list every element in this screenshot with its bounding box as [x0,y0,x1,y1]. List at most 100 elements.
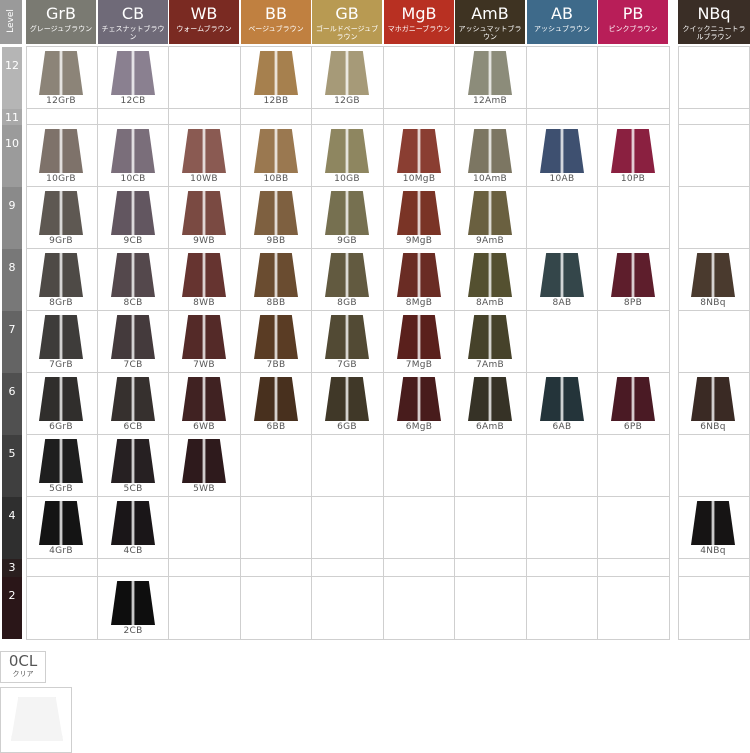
swatch-sample[interactable] [468,253,512,297]
swatch-sample[interactable] [254,129,298,173]
swatch-sample[interactable] [111,315,155,359]
clear-cell[interactable] [0,687,72,753]
swatch-sample[interactable] [397,129,441,173]
swatch-sample[interactable] [182,253,226,297]
swatch-6gb[interactable]: 6GB [312,377,382,432]
swatch-8cb[interactable]: 8CB [98,253,168,308]
swatch-10gb[interactable]: 10GB [312,129,382,184]
swatch-sample[interactable] [254,253,298,297]
swatch-7mgb[interactable]: 7MgB [384,315,454,370]
swatch-sample[interactable] [254,51,298,95]
swatch-sample[interactable] [397,377,441,421]
swatch-sample[interactable] [182,377,226,421]
swatch-sample[interactable] [39,501,83,545]
swatch-2cb[interactable]: 2CB [98,581,168,636]
swatch-sample[interactable] [611,377,655,421]
swatch-8wb[interactable]: 8WB [169,253,239,308]
swatch-9bb[interactable]: 9BB [241,191,311,246]
swatch-sample[interactable] [325,129,369,173]
swatch-sample[interactable] [691,377,735,421]
swatch-8bb[interactable]: 8BB [241,253,311,308]
swatch-sample[interactable] [111,253,155,297]
swatch-sample[interactable] [111,51,155,95]
swatch-9cb[interactable]: 9CB [98,191,168,246]
swatch-12bb[interactable]: 12BB [241,51,311,106]
swatch-9wb[interactable]: 9WB [169,191,239,246]
swatch-sample[interactable] [39,253,83,297]
swatch-sample[interactable] [325,191,369,235]
clear-swatch[interactable] [11,697,63,741]
swatch-sample[interactable] [468,129,512,173]
swatch-sample[interactable] [39,129,83,173]
swatch-sample[interactable] [254,191,298,235]
swatch-9mgb[interactable]: 9MgB [384,191,454,246]
swatch-10wb[interactable]: 10WB [169,129,239,184]
swatch-sample[interactable] [39,439,83,483]
swatch-9amb[interactable]: 9AmB [455,191,525,246]
swatch-10cb[interactable]: 10CB [98,129,168,184]
swatch-sample[interactable] [468,377,512,421]
swatch-sample[interactable] [397,315,441,359]
swatch-8mgb[interactable]: 8MgB [384,253,454,308]
swatch-sample[interactable] [691,501,735,545]
swatch-8ab[interactable]: 8AB [527,253,597,308]
swatch-sample[interactable] [182,439,226,483]
swatch-7grb[interactable]: 7GrB [26,315,96,370]
swatch-sample[interactable] [611,253,655,297]
swatch-9grb[interactable]: 9GrB [26,191,96,246]
swatch-sample[interactable] [111,191,155,235]
swatch-12gb[interactable]: 12GB [312,51,382,106]
swatch-8gb[interactable]: 8GB [312,253,382,308]
swatch-4nbq[interactable]: 4NBq [678,501,748,556]
swatch-6wb[interactable]: 6WB [169,377,239,432]
swatch-10grb[interactable]: 10GrB [26,129,96,184]
swatch-sample[interactable] [182,315,226,359]
swatch-sample[interactable] [254,315,298,359]
swatch-6grb[interactable]: 6GrB [26,377,96,432]
swatch-sample[interactable] [39,51,83,95]
swatch-8pb[interactable]: 8PB [598,253,668,308]
swatch-sample[interactable] [611,129,655,173]
swatch-7gb[interactable]: 7GB [312,315,382,370]
swatch-sample[interactable] [325,315,369,359]
swatch-sample[interactable] [111,129,155,173]
swatch-sample[interactable] [111,501,155,545]
swatch-6nbq[interactable]: 6NBq [678,377,748,432]
swatch-10pb[interactable]: 10PB [598,129,668,184]
swatch-5cb[interactable]: 5CB [98,439,168,494]
swatch-sample[interactable] [182,129,226,173]
swatch-sample[interactable] [111,581,155,625]
swatch-10amb[interactable]: 10AmB [455,129,525,184]
swatch-sample[interactable] [325,377,369,421]
swatch-sample[interactable] [468,191,512,235]
swatch-6ab[interactable]: 6AB [527,377,597,432]
swatch-sample[interactable] [325,51,369,95]
swatch-sample[interactable] [540,129,584,173]
swatch-8grb[interactable]: 8GrB [26,253,96,308]
swatch-sample[interactable] [39,377,83,421]
swatch-sample[interactable] [111,377,155,421]
swatch-7amb[interactable]: 7AmB [455,315,525,370]
swatch-sample[interactable] [691,253,735,297]
swatch-7bb[interactable]: 7BB [241,315,311,370]
swatch-6amb[interactable]: 6AmB [455,377,525,432]
swatch-7cb[interactable]: 7CB [98,315,168,370]
swatch-sample[interactable] [182,191,226,235]
swatch-sample[interactable] [39,191,83,235]
swatch-6bb[interactable]: 6BB [241,377,311,432]
swatch-5wb[interactable]: 5WB [169,439,239,494]
swatch-sample[interactable] [540,377,584,421]
swatch-8amb[interactable]: 8AmB [455,253,525,308]
swatch-6pb[interactable]: 6PB [598,377,668,432]
swatch-8nbq[interactable]: 8NBq [678,253,748,308]
swatch-sample[interactable] [39,315,83,359]
swatch-10bb[interactable]: 10BB [241,129,311,184]
swatch-sample[interactable] [468,51,512,95]
swatch-7wb[interactable]: 7WB [169,315,239,370]
swatch-6mgb[interactable]: 6MgB [384,377,454,432]
swatch-9gb[interactable]: 9GB [312,191,382,246]
swatch-6cb[interactable]: 6CB [98,377,168,432]
swatch-sample[interactable] [325,253,369,297]
swatch-sample[interactable] [111,439,155,483]
swatch-sample[interactable] [397,191,441,235]
